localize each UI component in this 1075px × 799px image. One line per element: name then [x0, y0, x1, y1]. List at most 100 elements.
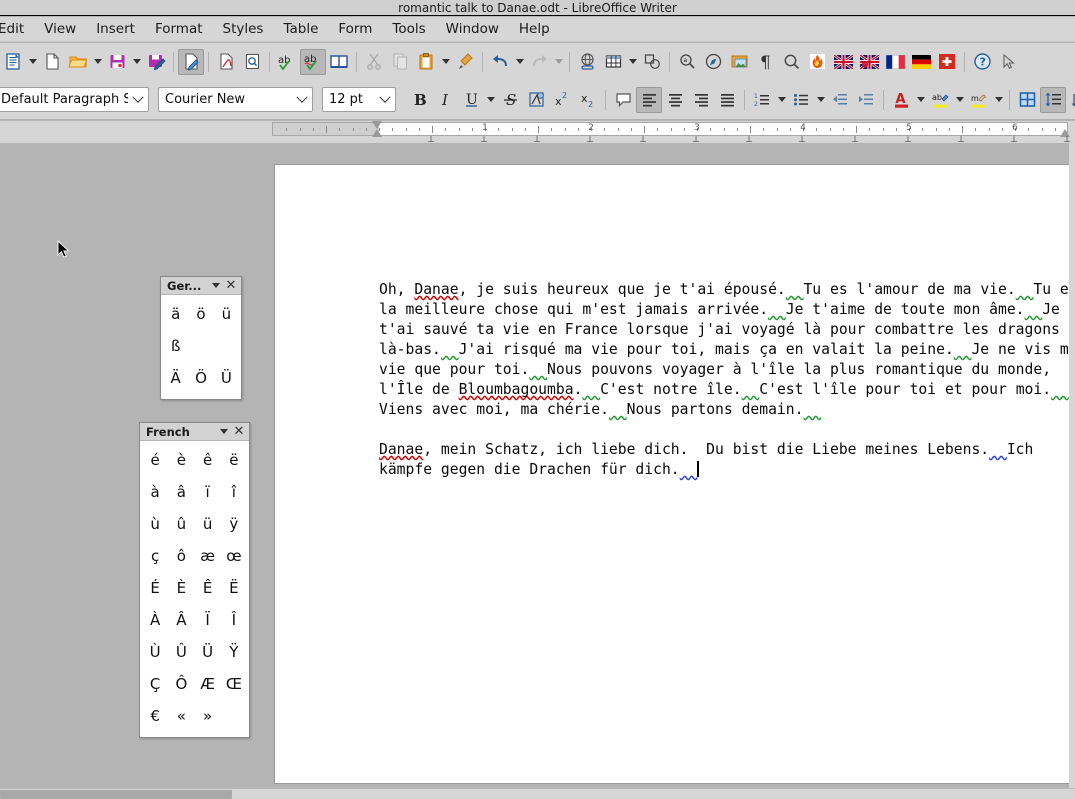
french-char-button[interactable]: Ÿ — [221, 636, 247, 668]
german-toolbar-titlebar[interactable]: Ger... ✕ — [161, 277, 241, 295]
menu-item-insert[interactable]: Insert — [86, 18, 145, 40]
french-char-button[interactable]: » — [195, 700, 221, 732]
ordered-list-dropdown[interactable] — [775, 87, 788, 113]
french-char-button[interactable]: œ — [221, 540, 247, 572]
french-char-button[interactable]: ô — [168, 540, 194, 572]
french-char-button[interactable]: Î — [221, 604, 247, 636]
french-char-button[interactable]: ù — [142, 508, 168, 540]
french-char-button[interactable]: Ç — [142, 668, 168, 700]
table-properties-button[interactable] — [1014, 87, 1040, 113]
french-char-button[interactable]: Ï — [195, 604, 221, 636]
bold-button[interactable]: B — [406, 87, 432, 113]
decrease-indent-button[interactable] — [827, 87, 853, 113]
flag-uk-2-icon[interactable] — [856, 49, 882, 75]
french-char-button[interactable]: € — [142, 700, 168, 732]
save-as-icon[interactable] — [143, 49, 169, 75]
chevron-down-icon[interactable] — [208, 283, 224, 288]
new-blank-icon[interactable] — [39, 49, 65, 75]
french-char-button[interactable]: « — [168, 700, 194, 732]
french-char-button[interactable]: é — [142, 444, 168, 476]
underline-dropdown[interactable] — [484, 87, 497, 113]
french-char-button[interactable]: À — [142, 604, 168, 636]
french-char-button[interactable]: â — [168, 476, 194, 508]
align-right-button[interactable] — [688, 87, 714, 113]
paste-icon[interactable] — [413, 49, 439, 75]
book-dictionary-icon[interactable] — [326, 49, 352, 75]
highlight-color-dropdown[interactable] — [953, 87, 966, 113]
save-icon[interactable] — [104, 49, 130, 75]
insert-image-icon[interactable] — [726, 49, 752, 75]
clone-formatting-icon[interactable] — [452, 49, 478, 75]
paragraph-style-combo[interactable]: Default Paragraph Styl — [0, 87, 149, 112]
menu-item-styles[interactable]: Styles — [213, 18, 274, 40]
document-body[interactable]: Oh, Danae, je suis heureux que je t'ai é… — [379, 280, 1075, 500]
strikethrough-button[interactable]: S — [497, 87, 523, 113]
chevron-down-icon[interactable] — [128, 88, 148, 111]
line-spacing-button[interactable] — [1040, 86, 1066, 113]
flame-icon[interactable] — [804, 49, 830, 75]
french-characters-toolbar[interactable]: French ✕ éèêëàâïîùûüÿçôæœÉÈÊËÀÂÏÎÙÛÜŸÇÔÆ… — [139, 422, 250, 738]
french-char-button[interactable]: ÿ — [221, 508, 247, 540]
align-justify-button[interactable] — [714, 87, 740, 113]
insert-comment-button[interactable] — [610, 87, 636, 113]
french-char-button[interactable]: É — [142, 572, 168, 604]
french-char-button[interactable]: æ — [195, 540, 221, 572]
character-background-button[interactable]: m — [966, 87, 992, 113]
vertical-scrollbar[interactable] — [1069, 143, 1075, 788]
character-highlight-button[interactable] — [523, 87, 549, 113]
german-char-button[interactable]: Ö — [188, 362, 213, 394]
german-char-button[interactable]: ö — [188, 298, 213, 330]
font-color-button[interactable]: A — [888, 87, 914, 113]
left-indent-handle[interactable] — [372, 129, 382, 137]
special-character-icon[interactable] — [700, 49, 726, 75]
open-folder-dropdown[interactable] — [91, 49, 104, 75]
horizontal-scrollbar-thumb[interactable] — [0, 790, 232, 799]
flag-switzerland-icon[interactable] — [934, 49, 960, 75]
french-char-button[interactable]: è — [168, 444, 194, 476]
superscript-button[interactable]: x 2 — [549, 87, 575, 113]
french-char-button[interactable]: ë — [221, 444, 247, 476]
subscript-button[interactable]: x 2 — [575, 87, 601, 113]
formatting-marks-icon[interactable]: ¶ — [752, 49, 778, 75]
menu-item-window[interactable]: Window — [436, 18, 509, 40]
help-icon[interactable]: ? — [969, 49, 995, 75]
close-icon[interactable]: ✕ — [224, 278, 238, 294]
german-char-button[interactable]: ä — [163, 298, 188, 330]
auto-spellcheck-icon[interactable]: ab — [300, 48, 326, 75]
save-dropdown[interactable] — [130, 49, 143, 75]
close-icon[interactable]: ✕ — [232, 424, 246, 440]
left-indent-marker[interactable] — [372, 121, 383, 137]
open-folder-icon[interactable] — [65, 49, 91, 75]
print-preview-icon[interactable] — [239, 49, 265, 75]
chevron-down-icon[interactable] — [292, 88, 312, 111]
new-document-icon[interactable] — [0, 49, 26, 75]
font-name-combo[interactable]: Courier New — [158, 87, 313, 112]
find-icon[interactable] — [778, 49, 804, 75]
french-char-button[interactable]: Ê — [195, 572, 221, 604]
undo-icon[interactable] — [487, 49, 513, 75]
french-char-button[interactable]: ï — [195, 476, 221, 508]
menu-item-view[interactable]: View — [34, 18, 86, 40]
horizontal-scrollbar[interactable] — [0, 788, 1075, 799]
edit-mode-icon[interactable] — [178, 48, 204, 75]
french-toolbar-titlebar[interactable]: French ✕ — [140, 423, 249, 441]
ordered-list-button[interactable]: 1 2 — [749, 87, 775, 113]
increase-indent-button[interactable] — [853, 87, 879, 113]
german-characters-toolbar[interactable]: Ger... ✕ äöüßÄÖÜ — [160, 276, 242, 400]
character-background-dropdown[interactable] — [992, 87, 1005, 113]
insert-table-dropdown[interactable] — [626, 49, 639, 75]
menu-item-table[interactable]: Table — [273, 18, 328, 40]
horizontal-ruler[interactable]: 1 2 3 4 5 6 — [272, 122, 1068, 136]
german-char-button[interactable]: ß — [163, 330, 188, 362]
paragraph-spacing-button[interactable] — [1066, 87, 1075, 113]
insert-shape-icon[interactable] — [639, 49, 665, 75]
french-char-button[interactable]: ü — [195, 508, 221, 540]
french-char-button[interactable]: û — [168, 508, 194, 540]
french-char-button[interactable]: Â — [168, 604, 194, 636]
highlight-color-button[interactable]: ab — [927, 87, 953, 113]
document-page[interactable]: Oh, Danae, je suis heureux que je t'ai é… — [274, 164, 1075, 784]
german-char-button[interactable]: Ä — [163, 362, 188, 394]
french-char-button[interactable]: î — [221, 476, 247, 508]
export-pdf-icon[interactable] — [213, 49, 239, 75]
french-char-button[interactable]: Û — [168, 636, 194, 668]
